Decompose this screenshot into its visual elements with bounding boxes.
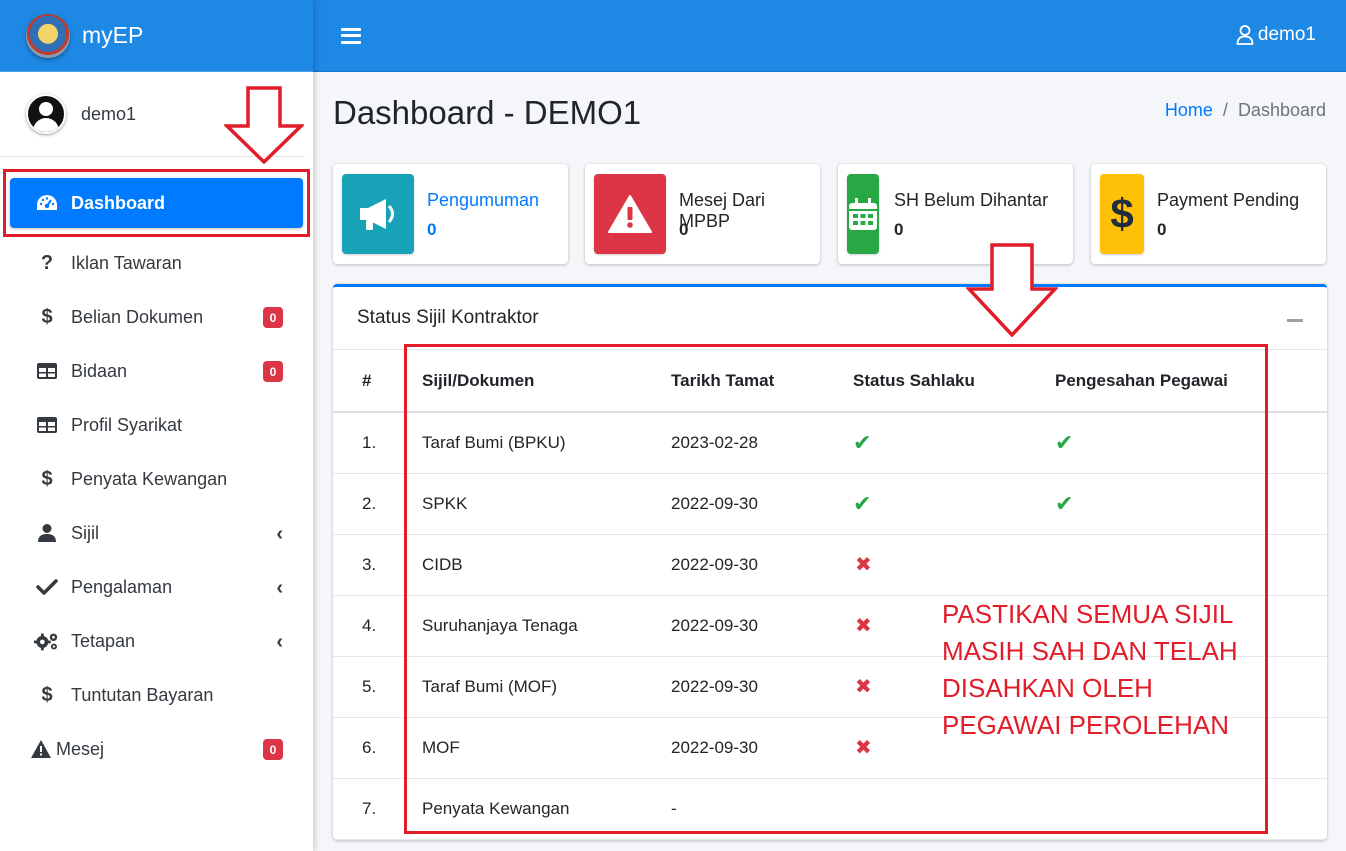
info-box-value: 0 [894,220,904,239]
sidebar-item-sijil[interactable]: Sijil ‹ [0,506,313,560]
bullhorn-icon [342,174,414,254]
sidebar-item-tuntutan-bayaran[interactable]: $ Tuntutan Bayaran [0,668,313,722]
info-box-value: 0 [679,220,689,239]
dollar-icon: $ [41,467,53,490]
sidebar-item-label: Belian Dokumen [71,306,204,327]
exclamation-triangle-icon [594,174,666,254]
sidebar-item-belian-dokumen[interactable]: $ Belian Dokumen 0 [0,290,313,344]
sidebar-item-label: Iklan Tawaran [71,252,182,273]
annotation-note: PASTIKAN SEMUA SIJIL MASIH SAH DAN TELAH… [942,599,1238,740]
chevron-left-icon: ‹ [276,631,283,653]
avatar [26,94,66,134]
annotation-arrow-down-icon [224,86,304,164]
sidebar-item-tetapan[interactable]: Tetapan ‹ [0,614,313,668]
info-box-pengumuman[interactable]: Pengumuman 0 [333,164,568,264]
breadcrumb: Home / Dashboard [1165,100,1326,121]
sidebar-item-label: Bidaan [71,360,128,381]
sidebar-item-label: Penyata Kewangan [71,468,228,489]
sidebar-nav: Dashboard ? Iklan Tawaran $ Belian Dokum… [0,157,313,776]
sidebar-item-penyata-kewangan[interactable]: $ Penyata Kewangan [0,452,313,506]
chevron-left-icon: ‹ [276,577,283,599]
dollar-icon: $ [1100,174,1144,254]
info-box-label: Mesej Dari MPBP [679,190,766,231]
annotation-dashboard-highlight [3,169,310,237]
info-box-mesej-dari-mpbp[interactable]: Mesej Dari MPBP 0 [585,164,820,264]
brand-logo [26,13,70,58]
page-title: Dashboard - DEMO1 [333,94,642,131]
user-outline-icon [1236,25,1254,45]
sidebar-item-pengalaman[interactable]: Pengalaman ‹ [0,560,313,614]
sidebar-item-label: Tuntutan Bayaran [71,684,214,705]
sidebar-item-profil-syarikat[interactable]: Profil Syarikat [0,398,313,452]
calendar-icon [847,174,879,254]
dollar-icon: $ [41,683,53,706]
sidebar-item-iklan-tawaran[interactable]: ? Iklan Tawaran [0,236,313,290]
chevron-left-icon: ‹ [276,523,283,545]
info-box-label: Pengumuman [427,190,540,210]
breadcrumb-current: Dashboard [1237,100,1326,120]
sidebar-item-label: Profil Syarikat [71,414,183,435]
top-user-name: demo1 [1257,24,1316,45]
sidebar-item-label: Tetapan [71,630,136,651]
info-box-label: SH Belum Dihantar [894,190,1049,210]
sidebar-item-bidaan[interactable]: Bidaan 0 [0,344,313,398]
annotation-table-highlight [404,344,1268,834]
check-icon [34,578,60,596]
info-box-label: Payment Pending [1157,190,1300,210]
warning-icon [30,739,52,759]
collapse-minus-icon[interactable] [1287,319,1303,322]
mesej-badge: 0 [263,739,283,760]
info-box-value: 0 [1157,220,1167,239]
dollar-icon: $ [41,305,53,328]
card-header: Status Sijil Kontraktor [333,287,1327,350]
info-box-payment-pending[interactable]: $ Payment Pending 0 [1091,164,1326,264]
cogs-icon [34,630,60,652]
annotation-arrow-down-icon [966,243,1058,337]
top-navbar: demo1 [313,0,1346,72]
breadcrumb-home-link[interactable]: Home [1165,100,1213,120]
user-name: demo1 [81,103,137,124]
top-user-menu[interactable]: demo1 [1236,24,1316,46]
sidebar-item-mesej[interactable]: Mesej 0 [0,722,313,776]
sidebar-item-label: Pengalaman [71,576,173,597]
bidaan-badge: 0 [263,361,283,382]
brand-text: myEP [82,22,144,48]
info-box-value: 0 [427,220,437,239]
table-icon [34,416,60,434]
question-icon: ? [40,251,54,274]
sidebar-item-label: Mesej [56,738,105,759]
sidebar-item-label: Sijil [71,522,100,543]
menu-toggle-icon[interactable] [341,27,361,44]
table-icon [34,362,60,380]
user-icon [34,523,60,543]
breadcrumb-separator: / [1222,100,1228,120]
card-title: Status Sijil Kontraktor [357,307,539,328]
brand-link[interactable]: myEP [0,0,313,72]
belian-dokumen-badge: 0 [263,307,283,328]
